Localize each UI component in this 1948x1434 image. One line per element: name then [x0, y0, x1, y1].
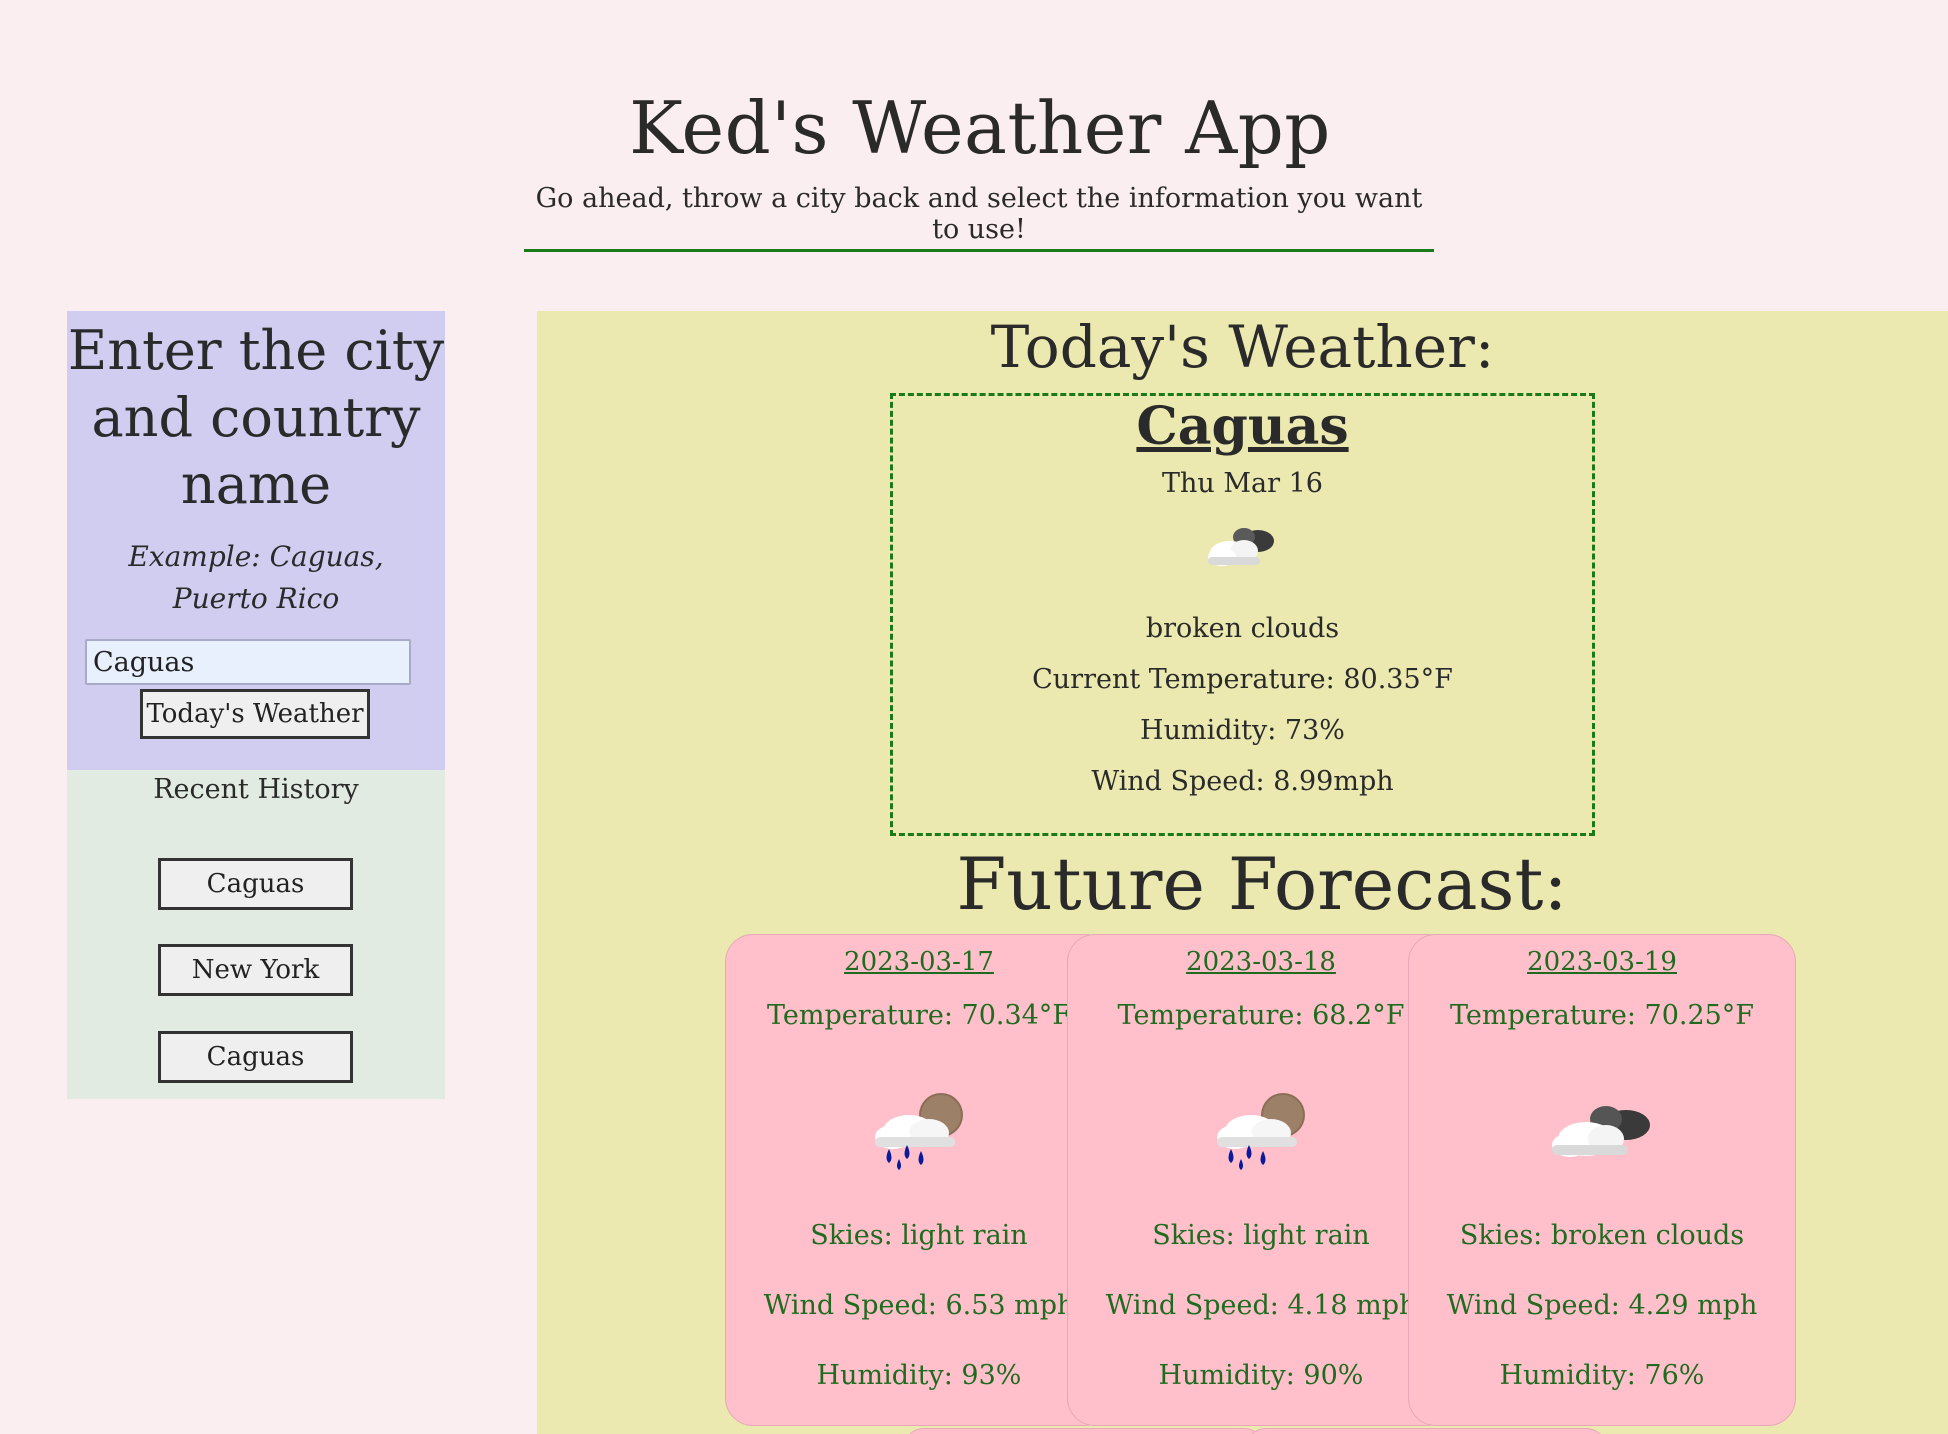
light-rain-icon [875, 1093, 963, 1170]
forecast-date: 2023-03-18 [1186, 947, 1336, 977]
forecast-card-partial [903, 1428, 1265, 1434]
search-heading: Enter the city and country name [67, 319, 445, 516]
current-temperature: Current Temperature: 80.35°F [1032, 664, 1453, 695]
forecast-humidity: Humidity: 76% [1499, 1360, 1705, 1391]
main-weather-panel: Today's Weather: Caguas Thu Mar 16 broke… [537, 311, 1948, 1434]
todays-weather-heading: Today's Weather: [990, 313, 1495, 381]
forecast-card: 2023-03-19 Temperature: 70.25°F Skies: b… [1408, 934, 1796, 1426]
forecast-temperature: Temperature: 70.25°F [1449, 1000, 1755, 1031]
forecast-date: 2023-03-17 [844, 947, 994, 977]
forecast-card-partial [1245, 1428, 1607, 1434]
recent-history-panel: Recent History Caguas New York Caguas [67, 770, 445, 1099]
city-input[interactable] [85, 639, 411, 685]
forecast-card: 2023-03-17 Temperature: 70.34°F Skies: l… [725, 934, 1113, 1426]
search-example: Example: Caguas, Puerto Rico [128, 540, 384, 615]
current-wind-speed: Wind Speed: 8.99mph [1091, 766, 1394, 797]
forecast-wind-speed: Wind Speed: 6.53 mph [763, 1290, 1075, 1321]
app-title: Ked's Weather App [629, 86, 1331, 170]
todays-weather-button[interactable]: Today's Weather [140, 689, 370, 739]
search-panel: Enter the city and country name Example:… [67, 311, 445, 770]
current-weather-card: Caguas Thu Mar 16 broken clouds Current … [890, 393, 1595, 836]
forecast-skies: Skies: light rain [1152, 1220, 1370, 1251]
forecast-wind-speed: Wind Speed: 4.18 mph [1105, 1290, 1417, 1321]
forecast-wind-speed: Wind Speed: 4.29 mph [1446, 1290, 1758, 1321]
current-humidity: Humidity: 73% [1140, 715, 1345, 746]
current-date: Thu Mar 16 [1162, 468, 1323, 499]
forecast-card: 2023-03-18 Temperature: 68.2°F Skies: li… [1067, 934, 1455, 1426]
app-subtitle: Go ahead, throw a city back and select t… [524, 183, 1434, 252]
forecast-temperature: Temperature: 68.2°F [1117, 1000, 1405, 1031]
forecast-humidity: Humidity: 90% [1158, 1360, 1364, 1391]
current-city-name: Caguas [1136, 396, 1349, 457]
light-rain-icon [1217, 1093, 1305, 1170]
forecast-temperature: Temperature: 70.34°F [766, 1000, 1072, 1031]
history-item-button[interactable]: Caguas [158, 1031, 353, 1083]
forecast-skies: Skies: broken clouds [1459, 1220, 1745, 1251]
future-forecast-heading: Future Forecast: [956, 842, 1568, 926]
current-description: broken clouds [1145, 613, 1340, 644]
history-item-button[interactable]: New York [158, 944, 353, 996]
history-item-button[interactable]: Caguas [158, 858, 353, 910]
broken-clouds-icon [1207, 528, 1274, 566]
forecast-skies: Skies: light rain [810, 1220, 1028, 1251]
forecast-humidity: Humidity: 93% [816, 1360, 1022, 1391]
forecast-date: 2023-03-19 [1527, 947, 1677, 977]
recent-history-title: Recent History [153, 774, 359, 805]
broken-clouds-icon [1552, 1106, 1650, 1157]
